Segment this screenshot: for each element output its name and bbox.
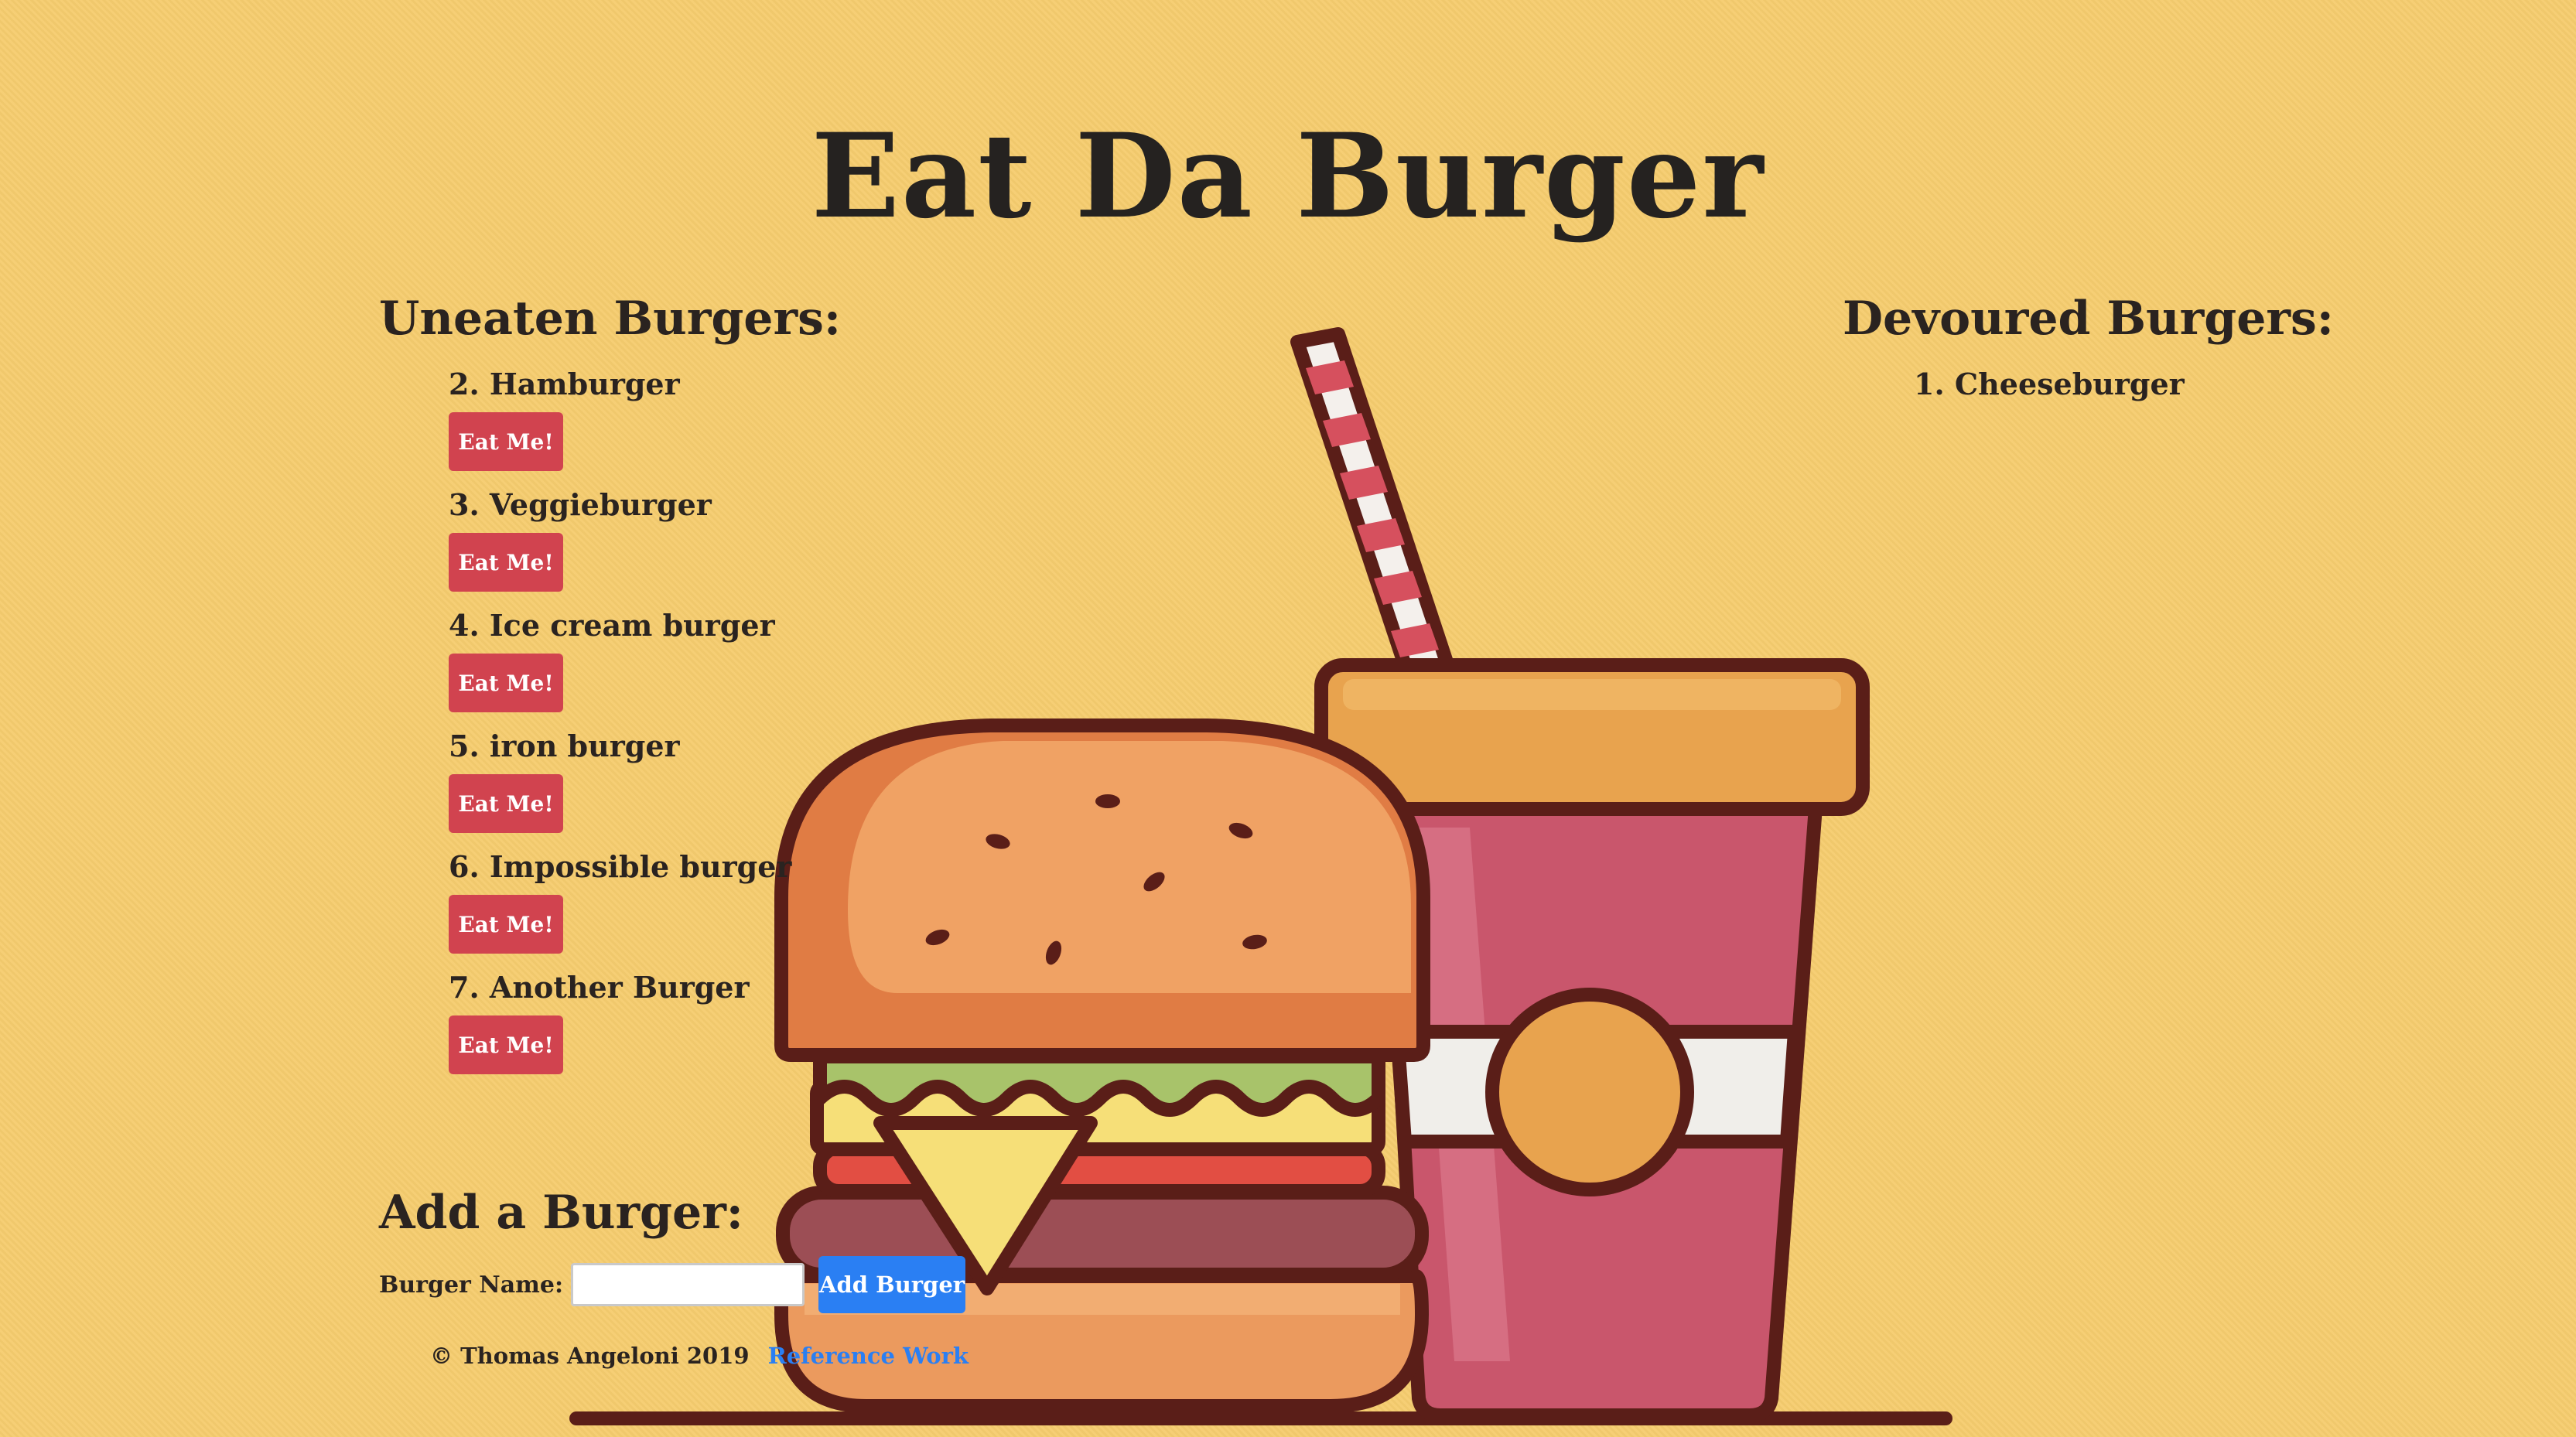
list-item: 3. Veggieburger Eat Me! bbox=[449, 490, 791, 611]
add-burger-heading: Add a Burger: bbox=[379, 1186, 743, 1240]
add-burger-form: Burger Name: Add Burger bbox=[379, 1256, 966, 1313]
list-item: 4. Ice cream burger Eat Me! bbox=[449, 611, 791, 732]
uneaten-burgers-list: 2. Hamburger Eat Me! 3. Veggieburger Eat… bbox=[449, 370, 791, 1094]
burger-name: 3. Veggieburger bbox=[449, 487, 712, 522]
devoured-burgers-list: 1. Cheeseburger bbox=[1914, 370, 2185, 399]
reference-work-link[interactable]: Reference Work bbox=[768, 1343, 969, 1369]
burger-name: 7. Another Burger bbox=[449, 970, 750, 1005]
eat-me-button[interactable]: Eat Me! bbox=[449, 774, 563, 833]
eat-me-button[interactable]: Eat Me! bbox=[449, 895, 563, 954]
straw-icon bbox=[1290, 327, 1455, 681]
devoured-burgers-heading: Devoured Burgers: bbox=[1843, 292, 2334, 346]
list-item: 5. iron burger Eat Me! bbox=[449, 732, 791, 852]
list-item: 1. Cheeseburger bbox=[1914, 367, 2185, 401]
burger-name: 4. Ice cream burger bbox=[449, 608, 775, 643]
page-title: Eat Da Burger bbox=[811, 108, 1765, 244]
add-burger-button[interactable]: Add Burger bbox=[818, 1256, 966, 1313]
eat-me-button[interactable]: Eat Me! bbox=[449, 1015, 563, 1074]
copyright-text: © Thomas Angeloni 2019 bbox=[430, 1343, 750, 1369]
burger-name: 5. iron burger bbox=[449, 729, 680, 763]
footer: © Thomas Angeloni 2019 Reference Work bbox=[430, 1343, 969, 1369]
list-item: 2. Hamburger Eat Me! bbox=[449, 370, 791, 490]
eat-me-button[interactable]: Eat Me! bbox=[449, 533, 563, 592]
burger-name-input[interactable] bbox=[571, 1263, 805, 1306]
list-item: 6. Impossible burger Eat Me! bbox=[449, 852, 791, 973]
burger-name-label: Burger Name: bbox=[379, 1271, 564, 1299]
uneaten-burgers-heading: Uneaten Burgers: bbox=[379, 292, 842, 346]
eat-me-button[interactable]: Eat Me! bbox=[449, 412, 563, 471]
eat-me-button[interactable]: Eat Me! bbox=[449, 654, 563, 712]
burger-name: 6. Impossible burger bbox=[449, 849, 792, 884]
list-item: 7. Another Burger Eat Me! bbox=[449, 973, 791, 1094]
burger-name: 2. Hamburger bbox=[449, 367, 680, 401]
